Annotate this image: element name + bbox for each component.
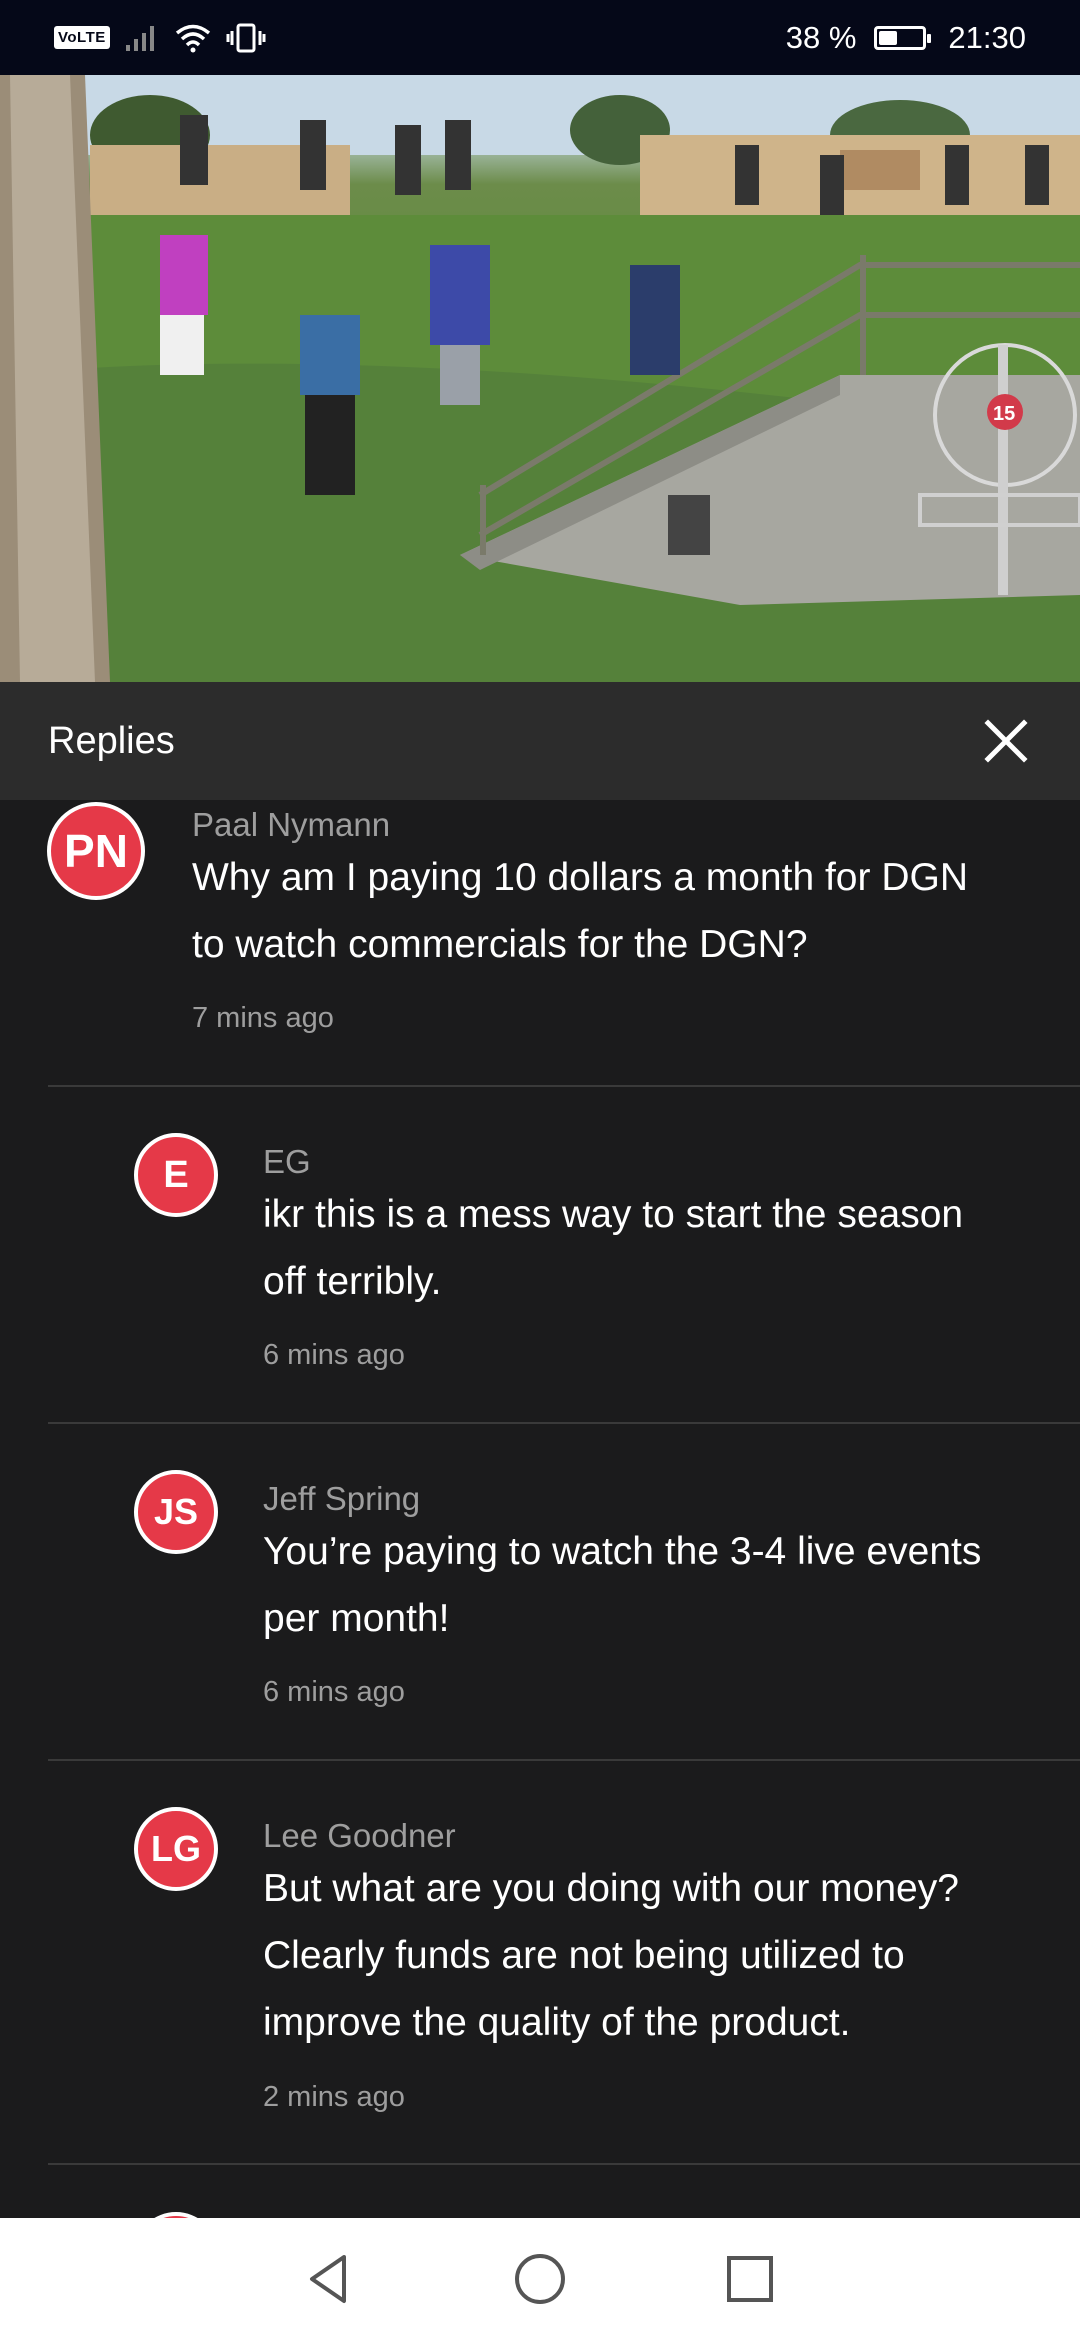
status-bar-left: VoLTE [54, 23, 266, 53]
close-icon[interactable] [980, 715, 1032, 767]
comment-item: JS Jeff Spring You’re paying to watch th… [0, 1424, 1080, 1761]
comment-text: Why am I paying 10 dollars a month for D… [192, 844, 968, 978]
battery-level [879, 30, 897, 45]
replies-header: Replies [0, 682, 1080, 800]
back-triangle-icon[interactable] [300, 2249, 360, 2309]
vibrate-icon [226, 23, 266, 52]
volte-icon: VoLTE [54, 26, 110, 49]
comment-text: But what are you doing with our money? C… [263, 1855, 959, 2056]
comment-author[interactable]: Jeff Spring [263, 1480, 420, 1518]
comment-timestamp: 7 mins ago [192, 1002, 334, 1034]
hole-number: 15 [993, 403, 1015, 425]
status-bar: VoLTE 38 % 21:30 [0, 0, 1080, 75]
avatar[interactable]: LG [134, 1807, 218, 1891]
comment-text-line: improve the quality of the product. [263, 2001, 851, 2044]
comment-item: E EG ikr this is a mess way to start the… [0, 1087, 1080, 1424]
replies-title: Replies [48, 719, 175, 762]
battery-icon [874, 25, 932, 50]
wifi-icon [175, 24, 210, 52]
avatar[interactable]: E [134, 1133, 218, 1217]
avatar-initials: JS [153, 1491, 199, 1532]
comment-text-line: Clearly funds are not being utilized to [263, 1934, 905, 1977]
comment-text-line: But what are you doing with our money? [263, 1867, 959, 1910]
battery-percent: 38 % [785, 19, 857, 55]
avatar-initials: LG [151, 1828, 201, 1869]
comment-timestamp: 2 mins ago [263, 2081, 405, 2113]
comment-timestamp: 6 mins ago [263, 1676, 405, 1708]
avatar-initials: E [163, 1153, 189, 1196]
comment-text-line: to watch commercials for the DGN? [192, 923, 808, 966]
video-frame: 15 [0, 75, 1080, 682]
comment-author[interactable]: Paal Nymann [192, 806, 390, 844]
video-player[interactable]: 15 [0, 75, 1080, 682]
comment-item: PN Paal Nymann Why am I paying 10 dollar… [0, 800, 1080, 1087]
replies-list[interactable]: PN Paal Nymann Why am I paying 10 dollar… [0, 800, 1080, 2218]
comment-text-line: Why am I paying 10 dollars a month for D… [192, 856, 968, 899]
comment-text-line: You’re paying to watch the 3-4 live even… [263, 1530, 982, 1573]
comment-text: ikr this is a mess way to start the seas… [263, 1181, 963, 1315]
status-bar-right: 38 % 21:30 [786, 20, 1026, 56]
comment-text-line: off terribly. [263, 1260, 442, 1303]
clock: 21:30 [948, 19, 1026, 55]
home-circle-icon[interactable] [510, 2249, 570, 2309]
comment-timestamp: 6 mins ago [263, 1339, 405, 1371]
comment-author[interactable]: Lee Goodner [263, 1817, 456, 1855]
avatar[interactable]: PN [47, 802, 145, 900]
navigation-bar [0, 2218, 1080, 2340]
avatar[interactable]: JS [134, 1470, 218, 1554]
recents-square-icon[interactable] [720, 2249, 780, 2309]
comment-text-line: per month! [263, 1597, 450, 1640]
comment-item: LG Lee Goodner But what are you doing wi… [0, 1761, 1080, 2165]
comment-text-line: ikr this is a mess way to start the seas… [263, 1193, 964, 1236]
divider [48, 2163, 1080, 2165]
avatar-initials: PN [64, 825, 128, 877]
signal-icon [125, 25, 154, 51]
comment-author[interactable]: EG [263, 1143, 311, 1181]
comment-text: You’re paying to watch the 3-4 live even… [263, 1518, 981, 1652]
